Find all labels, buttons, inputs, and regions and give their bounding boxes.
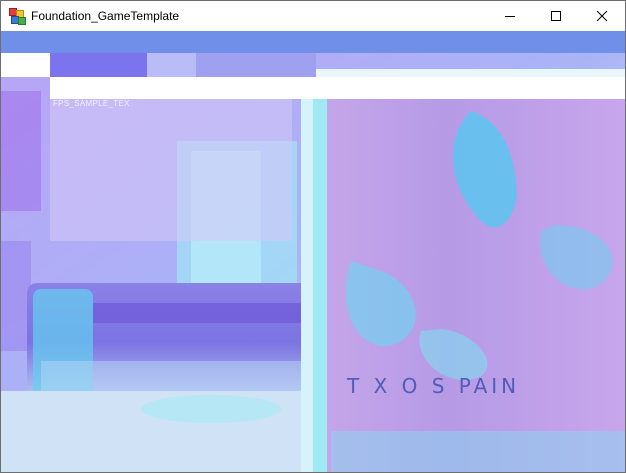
app-icon[interactable]: [9, 8, 26, 25]
toolstrip-spacer: [1, 53, 50, 77]
maximize-icon: [551, 11, 561, 21]
toolstrip-button-2[interactable]: [147, 53, 196, 77]
menu-strip[interactable]: [1, 31, 625, 53]
window-title: Foundation_GameTemplate: [31, 9, 180, 23]
app-window: Foundation_GameTemplate T X O S PAIN FPS…: [0, 0, 626, 473]
maximize-button[interactable]: [533, 1, 579, 31]
toolstrip-band: [196, 53, 316, 77]
overlay-panel[interactable]: FPS_SAMPLE_TEX: [50, 99, 292, 241]
status-bar: [50, 77, 625, 99]
minimize-button[interactable]: [487, 1, 533, 31]
canvas-text: T X O S PAIN: [346, 374, 520, 398]
panel-caption: FPS_SAMPLE_TEX: [53, 99, 130, 108]
title-bar[interactable]: Foundation_GameTemplate: [1, 1, 625, 31]
tool-strip: [1, 53, 625, 77]
client-area[interactable]: T X O S PAIN FPS_SAMPLE_TEX: [1, 31, 625, 472]
close-icon: [596, 10, 608, 22]
toolstrip-button-1[interactable]: [50, 53, 147, 77]
minimize-icon: [505, 16, 515, 17]
caption-buttons: [487, 1, 625, 31]
close-button[interactable]: [579, 1, 625, 31]
